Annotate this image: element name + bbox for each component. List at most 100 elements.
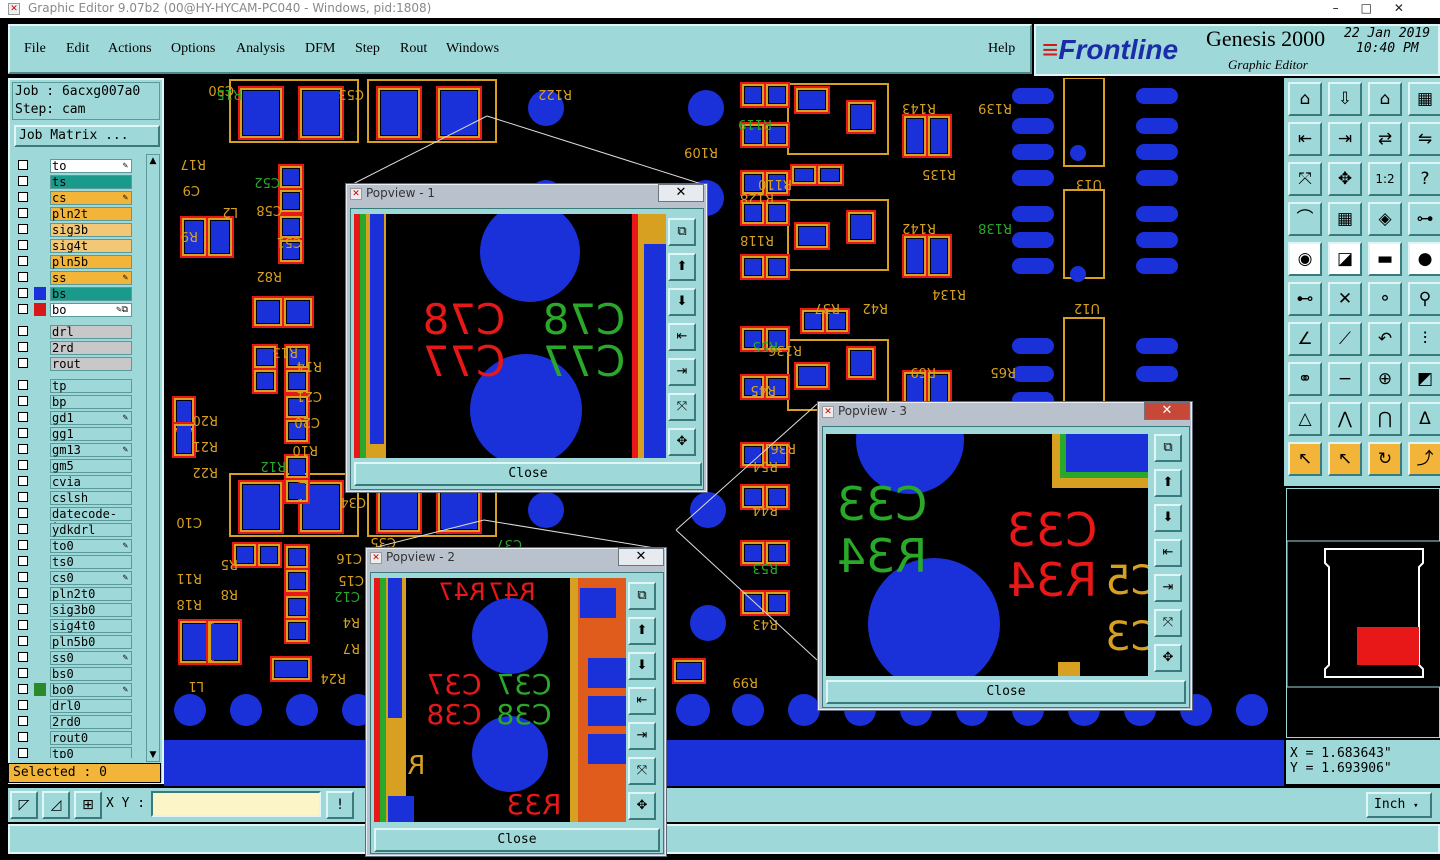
net-icon[interactable]: ⊶ <box>1408 202 1440 236</box>
layer-checkbox[interactable] <box>18 304 28 314</box>
layer-row[interactable]: cslsh <box>14 490 136 505</box>
layer-name[interactable]: pln5b <box>50 255 132 269</box>
layer-name[interactable]: ts0 <box>50 555 132 569</box>
link-icon[interactable]: ⚲ <box>1408 282 1440 316</box>
layer-checkbox[interactable] <box>18 524 28 534</box>
route-icon[interactable]: ⤴ <box>1408 442 1440 476</box>
popview-1-view[interactable]: C78C77C78C77 <box>354 214 666 458</box>
layer-row[interactable]: bo ✎⧉ <box>14 302 136 317</box>
triangle-icon[interactable]: △ <box>1288 402 1322 436</box>
zoom-out-icon[interactable]: ⬇ <box>1154 504 1182 532</box>
popview-close-button[interactable]: Close <box>374 828 660 852</box>
layer-checkbox[interactable] <box>18 160 28 170</box>
layer-row[interactable]: tp <box>14 378 136 393</box>
popview-close-icon[interactable]: ✕ <box>658 184 704 202</box>
layer-checkbox[interactable] <box>18 224 28 234</box>
layer-name[interactable]: sig3b <box>50 223 132 237</box>
menu-file[interactable]: File <box>24 41 46 57</box>
layer-name[interactable]: gg1 <box>50 427 132 441</box>
layer-name[interactable]: cs0 ✎ <box>50 571 132 585</box>
popview-close-button[interactable]: Close <box>354 462 702 486</box>
layer-checkbox[interactable] <box>18 358 28 368</box>
layer-name[interactable]: ss0 ✎ <box>50 651 132 665</box>
layer-checkbox[interactable] <box>18 604 28 614</box>
popview-close-icon[interactable]: ✕ <box>1144 402 1190 420</box>
layer-row[interactable]: gm13 ✎ <box>14 442 136 457</box>
arch-icon[interactable]: ⋂ <box>1368 402 1402 436</box>
layer-checkbox[interactable] <box>18 636 28 646</box>
pan-right-icon[interactable]: ⇥ <box>1328 122 1362 156</box>
layer-row[interactable]: to0 ✎ <box>14 538 136 553</box>
layer-name[interactable]: to0 ✎ <box>50 539 132 553</box>
layer-name[interactable]: ts <box>50 175 132 189</box>
layer-checkbox[interactable] <box>18 700 28 710</box>
layer-name[interactable]: drl0 <box>50 699 132 713</box>
layer-name[interactable]: sig4t <box>50 239 132 253</box>
layer-name[interactable]: 2rd <box>50 341 132 355</box>
layer-checkbox[interactable] <box>18 652 28 662</box>
layer-checkbox[interactable] <box>18 668 28 678</box>
layer-row[interactable]: cs0 ✎ <box>14 570 136 585</box>
layer-checkbox[interactable] <box>18 240 28 250</box>
fit-icon[interactable]: ⧉ <box>628 582 656 610</box>
grid-tool-icon[interactable]: ▦ <box>1328 202 1362 236</box>
cross-icon[interactable]: ✕ <box>1328 282 1362 316</box>
save-icon[interactable]: ⇩ <box>1328 82 1362 116</box>
zoom-in-icon[interactable]: ⬆ <box>628 617 656 645</box>
target-icon[interactable]: ⊕ <box>1368 362 1402 396</box>
layer-checkbox[interactable] <box>18 208 28 218</box>
layer-row[interactable]: bs <box>14 286 136 301</box>
layer-checkbox[interactable] <box>18 428 28 438</box>
layer-checkbox[interactable] <box>18 588 28 598</box>
zoom-in-icon[interactable]: ⬆ <box>1154 469 1182 497</box>
popview-3-view[interactable]: C33R34C33R34C5C3 <box>826 434 1148 676</box>
layer-checkbox[interactable] <box>18 412 28 422</box>
pad-icon[interactable]: ⚭ <box>1288 362 1322 396</box>
scale-icon[interactable]: 1:2 <box>1368 162 1402 196</box>
layer-name[interactable]: tp0 <box>50 747 132 758</box>
layer-name[interactable]: 2rd0 <box>50 715 132 729</box>
layer-row[interactable]: ts0 <box>14 554 136 569</box>
layer-name[interactable]: gm5 <box>50 459 132 473</box>
pan-right-icon[interactable]: ⇥ <box>628 722 656 750</box>
layer-row[interactable]: sig4t0 <box>14 618 136 633</box>
popview-2-view[interactable]: R47R47C37C38C37C38R6R33 <box>374 578 626 822</box>
layer-row[interactable]: to ✎ <box>14 158 136 173</box>
layer-row[interactable]: pln2t0 <box>14 586 136 601</box>
layer-color-swatch[interactable] <box>34 683 46 696</box>
home-icon[interactable]: ⌂ <box>1288 82 1322 116</box>
zoom-fit-icon[interactable]: ⤧ <box>1288 162 1322 196</box>
cross-select-icon[interactable]: ◪ <box>1328 242 1362 276</box>
menu-actions[interactable]: Actions <box>108 41 152 57</box>
connect-icon[interactable]: ⊷ <box>1288 282 1322 316</box>
layer-name[interactable]: datecode-to <box>50 507 132 534</box>
layer-row[interactable]: sig3b0 <box>14 602 136 617</box>
node-icon[interactable]: ⚬ <box>1368 282 1402 316</box>
arc-icon[interactable]: ↶ <box>1368 322 1402 356</box>
layer-checkbox[interactable] <box>18 684 28 694</box>
layer-name[interactable]: pln2t <box>50 207 132 221</box>
layer-row[interactable]: gm5 <box>14 458 136 473</box>
pan-left-icon[interactable]: ⇤ <box>1154 539 1182 567</box>
layout-icon[interactable]: ⌂ <box>1368 82 1402 116</box>
layer-color-swatch[interactable] <box>34 303 46 316</box>
pointer-icon[interactable]: ↖ <box>1288 442 1322 476</box>
help-icon[interactable]: ? <box>1408 162 1440 196</box>
expand-icon[interactable]: ⤧ <box>1154 609 1182 637</box>
measure-icon[interactable]: ◿ <box>42 791 70 819</box>
dot-icon[interactable]: ● <box>1408 242 1440 276</box>
popview-close-button[interactable]: Close <box>826 680 1186 704</box>
peak-icon[interactable]: ⋀ <box>1328 402 1362 436</box>
layer-row[interactable]: pln5b <box>14 254 136 269</box>
layer-row[interactable]: sig4t <box>14 238 136 253</box>
zoom-center-icon[interactable]: ✥ <box>1328 162 1362 196</box>
layer-row[interactable]: gg1 <box>14 426 136 441</box>
window-controls[interactable]: –□✕ <box>1333 0 1426 16</box>
menu-windows[interactable]: Windows <box>446 41 499 57</box>
xy-input[interactable] <box>151 791 321 817</box>
pan-right-icon[interactable]: ⇥ <box>668 358 696 386</box>
layer-checkbox[interactable] <box>18 492 28 502</box>
scroll-down-icon[interactable]: ▼ <box>148 750 158 760</box>
layer-name[interactable]: bp <box>50 395 132 409</box>
fit-icon[interactable]: ⧉ <box>668 218 696 246</box>
